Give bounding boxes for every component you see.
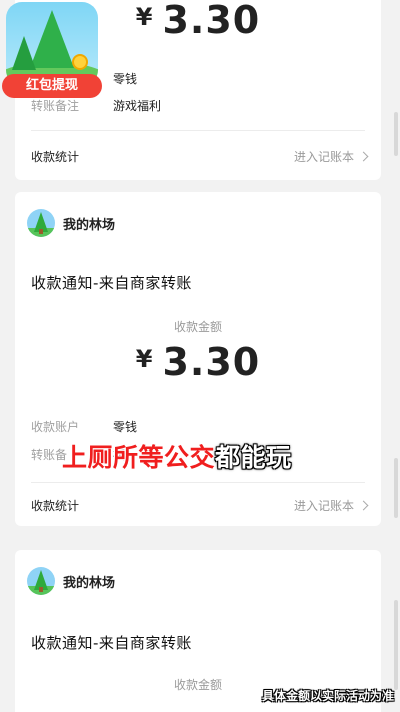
- receipt-stats-label: 收款统计: [31, 499, 80, 513]
- currency-symbol: ¥: [135, 345, 153, 373]
- forest-app-icon: [27, 567, 55, 595]
- card-header[interactable]: 我的林场: [27, 208, 115, 238]
- promo-caption-red: 上厕所等公交: [62, 443, 216, 472]
- app-name: 我的林场: [63, 575, 116, 591]
- chevron-right-icon: [358, 151, 369, 162]
- chevron-right-icon: [358, 500, 369, 511]
- withdraw-red-packet-label: 红包提现: [2, 74, 102, 98]
- app-name: 我的林场: [63, 217, 116, 233]
- app-badge[interactable]: 红包提现: [2, 2, 102, 98]
- receipt-stats-row[interactable]: 收款统计 进入记账本: [31, 497, 369, 514]
- open-ledger-link[interactable]: 进入记账本: [294, 497, 369, 514]
- card-header[interactable]: 我的林场: [27, 566, 115, 596]
- open-ledger-link[interactable]: 进入记账本: [294, 148, 369, 165]
- amount-display: ¥3.30: [15, 340, 381, 384]
- remark-key: 转账备注: [31, 99, 80, 113]
- notice-title: 收款通知-来自商家转账: [31, 634, 192, 652]
- scrollbar[interactable]: [394, 458, 398, 518]
- promo-caption: 上厕所等公交都能玩: [62, 438, 292, 474]
- account-row: 收款账户 零钱: [31, 418, 137, 435]
- payment-notice-card: 我的林场 收款通知-来自商家转账 收款金额 ¥3.30 收款账户 零钱 转账备 …: [15, 192, 381, 526]
- scrollbar[interactable]: [394, 112, 398, 156]
- account-key: 收款账户: [31, 420, 80, 434]
- remark-row: 转账备注 游戏福利: [31, 97, 161, 114]
- divider: [31, 130, 365, 131]
- scrollbar[interactable]: [394, 600, 398, 690]
- disclaimer-text: 具体金额以实际活动为准: [261, 689, 394, 703]
- currency-symbol: ¥: [135, 3, 153, 31]
- account-value: 零钱: [113, 420, 138, 434]
- notice-title: 收款通知-来自商家转账: [31, 274, 192, 292]
- amount-label: 收款金额: [173, 320, 222, 334]
- account-value: 零钱: [113, 72, 138, 86]
- divider: [31, 482, 365, 483]
- amount-value: 3.30: [162, 0, 261, 42]
- remark-value: 游戏福利: [113, 99, 162, 113]
- receipt-stats-row[interactable]: 收款统计 进入记账本: [31, 148, 369, 165]
- receipt-stats-label: 收款统计: [31, 150, 80, 164]
- forest-app-icon: [27, 209, 55, 237]
- promo-caption-white: 都能玩: [215, 443, 292, 472]
- amount-value: 3.30: [162, 340, 261, 384]
